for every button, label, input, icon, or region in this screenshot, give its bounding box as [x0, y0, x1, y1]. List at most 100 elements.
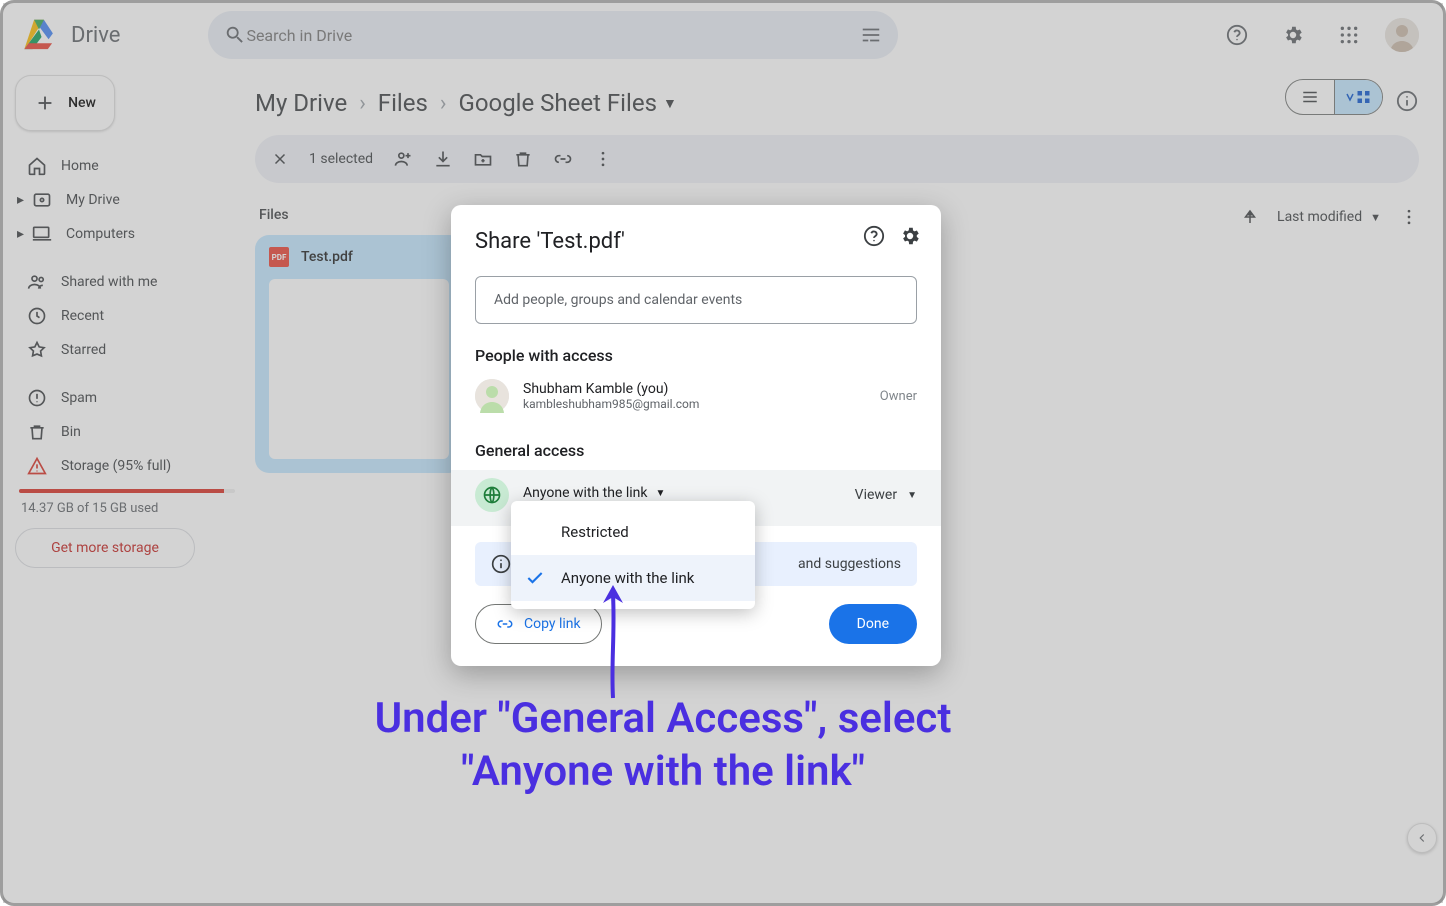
link-icon: [496, 615, 514, 633]
sidebar-item-recent[interactable]: Recent: [15, 299, 239, 333]
sidebar-item-label: Home: [61, 158, 99, 174]
sidebar-item-label: Starred: [61, 342, 106, 358]
breadcrumb: My Drive › Files › Google Sheet Files ▼: [255, 75, 1419, 131]
info-icon: [491, 554, 511, 574]
general-access-select[interactable]: Anyone with the link▼: [523, 485, 665, 501]
info-text-tail: and suggestions: [798, 556, 901, 572]
person-name: Shubham Kamble (you): [523, 381, 699, 397]
new-button-label: New: [68, 95, 96, 111]
chevron-down-icon: ▼: [1370, 211, 1381, 224]
sidebar-item-label: Spam: [61, 390, 97, 406]
person-email: kambleshubham985@gmail.com: [523, 397, 699, 411]
get-more-storage-button[interactable]: Get more storage: [15, 528, 195, 568]
general-access-selected-label: Anyone with the link: [523, 485, 648, 501]
download-icon[interactable]: [433, 149, 453, 169]
add-people-input[interactable]: Add people, groups and calendar events: [475, 276, 917, 324]
breadcrumb-item[interactable]: Files: [378, 89, 428, 117]
annotation-line: Under "General Access", select: [283, 693, 1043, 746]
caret-icon: ▸: [17, 226, 24, 242]
selection-count: 1 selected: [309, 151, 373, 167]
chevron-right-icon: ›: [359, 91, 366, 116]
people-with-access-heading: People with access: [475, 346, 917, 365]
sort-label: Last modified: [1277, 209, 1362, 225]
dropdown-option-anyone[interactable]: Anyone with the link: [511, 555, 755, 601]
help-icon[interactable]: [1217, 15, 1257, 55]
file-thumbnail: [269, 279, 449, 459]
move-icon[interactable]: [473, 149, 493, 169]
star-icon: [27, 340, 47, 360]
grid-view-button[interactable]: [1334, 80, 1382, 114]
sidebar-item-computers[interactable]: ▸ Computers: [15, 217, 239, 251]
view-toggle[interactable]: [1285, 79, 1383, 115]
help-icon[interactable]: [863, 225, 885, 247]
breadcrumb-item[interactable]: My Drive: [255, 89, 347, 117]
check-icon: [525, 568, 545, 588]
file-card[interactable]: PDF Test.pdf: [255, 235, 463, 473]
search-options-icon[interactable]: [860, 24, 882, 46]
breadcrumb-current[interactable]: Google Sheet Files ▼: [458, 89, 676, 117]
plus-icon: [34, 92, 56, 114]
sidebar-item-bin[interactable]: Bin: [15, 415, 239, 449]
side-panel-toggle[interactable]: [1407, 823, 1437, 853]
dialog-title: Share 'Test.pdf': [475, 229, 917, 254]
caret-icon: ▸: [17, 192, 24, 208]
file-name: Test.pdf: [301, 249, 353, 265]
drive-folder-icon: [32, 190, 52, 210]
sidebar-item-label: Storage (95% full): [61, 458, 171, 474]
sidebar-item-label: Bin: [61, 424, 81, 440]
sort-direction-icon[interactable]: [1241, 208, 1259, 226]
new-button[interactable]: New: [15, 75, 115, 131]
dropdown-option-restricted[interactable]: Restricted: [511, 509, 755, 555]
storage-bar: [19, 489, 235, 493]
warn-icon: [27, 456, 47, 476]
sidebar-item-label: Computers: [66, 226, 135, 242]
sidebar-item-storage[interactable]: Storage (95% full): [15, 449, 239, 483]
copy-link-button[interactable]: Copy link: [475, 604, 602, 644]
computers-icon: [32, 224, 52, 244]
breadcrumb-item-label: Google Sheet Files: [458, 89, 657, 117]
share-person-icon[interactable]: [393, 149, 413, 169]
gear-icon[interactable]: [899, 225, 921, 247]
sidebar-item-starred[interactable]: Starred: [15, 333, 239, 367]
sort-button[interactable]: Last modified ▼: [1277, 209, 1381, 225]
done-button[interactable]: Done: [829, 604, 917, 644]
search-bar[interactable]: [208, 11, 898, 59]
globe-icon: [475, 478, 509, 512]
link-icon[interactable]: [553, 149, 573, 169]
account-avatar[interactable]: [1385, 18, 1419, 52]
general-access-heading: General access: [475, 441, 917, 460]
trash-icon: [27, 422, 47, 442]
chevron-down-icon: ▼: [663, 95, 677, 112]
sidebar-item-label: My Drive: [66, 192, 120, 208]
selection-bar: 1 selected: [255, 135, 1419, 183]
top-bar: Drive: [3, 3, 1443, 67]
apps-icon[interactable]: [1329, 15, 1369, 55]
details-icon[interactable]: [1387, 81, 1427, 121]
annotation-line: "Anyone with the link": [283, 746, 1043, 799]
general-access-dropdown: Restricted Anyone with the link: [511, 501, 755, 609]
role-select[interactable]: Viewer▼: [855, 487, 917, 503]
spam-icon: [27, 388, 47, 408]
close-selection-icon[interactable]: [271, 150, 289, 168]
more-icon[interactable]: [1399, 207, 1419, 227]
storage-used-text: 14.37 GB of 15 GB used: [15, 501, 239, 528]
annotation-text: Under "General Access", select "Anyone w…: [283, 693, 1043, 798]
people-icon: [27, 272, 47, 292]
list-view-button[interactable]: [1286, 80, 1334, 114]
person-avatar: [475, 379, 509, 413]
settings-icon[interactable]: [1273, 15, 1313, 55]
person-role: Owner: [880, 389, 917, 404]
delete-icon[interactable]: [513, 149, 533, 169]
sidebar-item-spam[interactable]: Spam: [15, 381, 239, 415]
more-icon[interactable]: [593, 149, 613, 169]
search-input[interactable]: [246, 26, 860, 45]
sidebar-item-my-drive[interactable]: ▸ My Drive: [15, 183, 239, 217]
sidebar-item-shared[interactable]: Shared with me: [15, 265, 239, 299]
home-icon: [27, 156, 47, 176]
chevron-right-icon: ›: [440, 91, 447, 116]
drive-logo-icon: [19, 15, 59, 55]
sidebar-item-home[interactable]: Home: [15, 149, 239, 183]
sidebar-item-label: Shared with me: [61, 274, 157, 290]
person-row: Shubham Kamble (you) kambleshubham985@gm…: [475, 379, 917, 413]
search-icon: [224, 24, 246, 46]
